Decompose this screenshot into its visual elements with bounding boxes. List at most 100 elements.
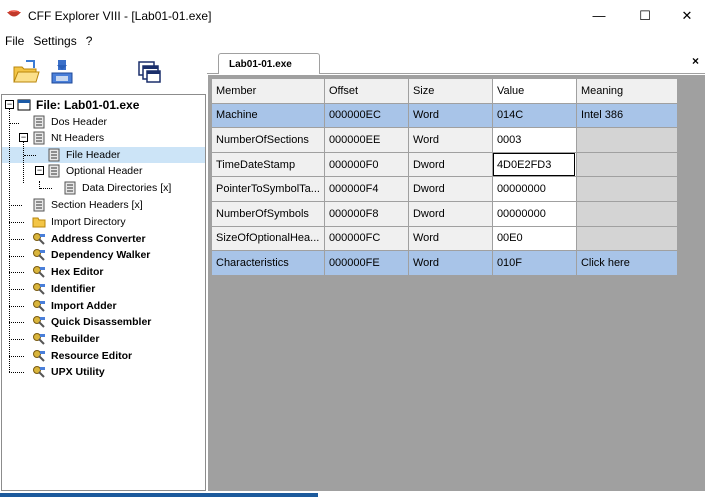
tree-item-file-header[interactable]: File Header: [47, 147, 122, 163]
tree-item-label: Import Adder: [51, 300, 117, 312]
table-row[interactable]: PointerToSymbolTa... 000000F4 Dword 0000…: [211, 176, 678, 202]
table-row[interactable]: Machine 000000EC Word 014C Intel 386: [211, 102, 678, 129]
cell-offset: 000000EC: [323, 102, 409, 129]
tool-icon: [33, 366, 45, 378]
tree-item-label: Hex Editor: [51, 266, 104, 278]
tab-lab01-01[interactable]: Lab01-01.exe: [218, 53, 320, 74]
tool-icon: [33, 316, 45, 328]
cell-member: NumberOfSections: [211, 127, 325, 153]
tree-item-address-converter[interactable]: Address Converter: [32, 231, 148, 247]
cell-value[interactable]: 00E0: [491, 225, 577, 252]
file-window-icon: [17, 99, 31, 111]
title-bar: CFF Explorer VIII - [Lab01-01.exe] — ☐ ✕: [0, 0, 705, 32]
tree-item-identifier[interactable]: Identifier: [32, 281, 97, 297]
tree-item-label: Dependency Walker: [51, 249, 151, 261]
tool-icon: [33, 283, 45, 295]
cell-meaning: [575, 200, 678, 227]
cell-meaning: [575, 225, 678, 252]
tree-root-collapse-toggle[interactable]: −: [5, 100, 14, 109]
tree-item-dependency-walker[interactable]: Dependency Walker: [32, 247, 152, 263]
cell-value[interactable]: 0003: [491, 127, 577, 153]
table-row[interactable]: Characteristics 000000FE Word 010F Click…: [211, 250, 678, 276]
cell-value[interactable]: 00000000: [491, 176, 577, 202]
cell-offset: 000000F0: [323, 151, 409, 178]
tree-item-data-directories[interactable]: Data Directories [x]: [63, 180, 173, 196]
tree-item-import-adder[interactable]: Import Adder: [32, 298, 119, 314]
menu-help[interactable]: ?: [85, 34, 94, 48]
tree-view: − File: Lab01-01.exe Dos Header − Nt Hea…: [1, 94, 206, 491]
cell-value-editing[interactable]: 4D0E2FD3: [491, 151, 577, 178]
cell-offset: 000000F8: [323, 200, 409, 227]
cell-size: Word: [407, 225, 493, 252]
tree-root-file[interactable]: File: Lab01-01.exe: [17, 97, 141, 113]
cell-meaning: [575, 176, 678, 202]
cell-member: NumberOfSymbols: [211, 200, 325, 227]
tool-icon: [33, 249, 45, 261]
tree-item-label: UPX Utility: [51, 366, 105, 378]
cell-meaning[interactable]: Intel 386: [575, 102, 678, 129]
list-icon: [33, 131, 45, 145]
tab-label: Lab01-01.exe: [229, 59, 292, 70]
tree-item-label: Import Directory: [51, 216, 126, 228]
minimize-button[interactable]: —: [576, 0, 622, 31]
menu-settings[interactable]: Settings: [32, 34, 77, 48]
table-row[interactable]: TimeDateStamp 000000F0 Dword 4D0E2FD3: [211, 151, 678, 178]
tree-item-section-headers[interactable]: Section Headers [x]: [32, 197, 145, 213]
tree-item-quick-disassembler[interactable]: Quick Disassembler: [32, 314, 153, 330]
tree-item-nt-headers[interactable]: Nt Headers: [32, 130, 106, 146]
cell-size: Word: [407, 250, 493, 276]
optional-header-collapse-toggle[interactable]: −: [35, 166, 44, 175]
window-title: CFF Explorer VIII - [Lab01-01.exe]: [28, 9, 212, 23]
cell-size: Dword: [407, 151, 493, 178]
tree-item-label: Quick Disassembler: [51, 316, 152, 328]
nt-headers-collapse-toggle[interactable]: −: [19, 133, 28, 142]
maximize-button[interactable]: ☐: [622, 0, 668, 31]
cell-value[interactable]: 014C: [491, 102, 577, 129]
menu-file[interactable]: File: [4, 34, 25, 48]
save-file-button[interactable]: [46, 56, 78, 88]
tree-item-label: Address Converter: [51, 233, 146, 245]
cell-member: TimeDateStamp: [211, 151, 325, 178]
folder-icon: [32, 217, 46, 228]
list-icon: [48, 164, 60, 178]
table-row[interactable]: NumberOfSections 000000EE Word 0003: [211, 127, 678, 153]
tree-item-label: Data Directories [x]: [82, 182, 172, 194]
column-header-value[interactable]: Value: [491, 78, 577, 104]
cell-member: Machine: [211, 102, 325, 129]
table-row[interactable]: SizeOfOptionalHea... 000000FC Word 00E0: [211, 225, 678, 252]
tool-icon: [33, 300, 45, 312]
open-folder-icon: [13, 60, 40, 83]
tab-close-button[interactable]: ×: [692, 54, 699, 68]
tree-item-label: Optional Header: [66, 165, 143, 177]
data-grid-pane: Member Offset Size Value Meaning Machine…: [207, 75, 705, 491]
cell-size: Word: [407, 127, 493, 153]
tree-item-resource-editor[interactable]: Resource Editor: [32, 348, 134, 364]
tree-item-import-directory[interactable]: Import Directory: [32, 214, 128, 230]
table-row[interactable]: NumberOfSymbols 000000F8 Dword 00000000: [211, 200, 678, 227]
windows-button[interactable]: [133, 56, 165, 88]
close-button[interactable]: ✕: [664, 0, 705, 31]
tree-item-label: File Header: [66, 149, 121, 161]
tree-item-label: Resource Editor: [51, 350, 133, 362]
cell-meaning-link[interactable]: Click here: [575, 250, 678, 276]
tree-item-rebuilder[interactable]: Rebuilder: [32, 331, 101, 347]
column-header-meaning[interactable]: Meaning: [575, 78, 678, 104]
tree-item-label: Identifier: [51, 283, 96, 295]
cell-size: Dword: [407, 176, 493, 202]
table-header-row: Member Offset Size Value Meaning: [211, 78, 678, 104]
windows-icon: [138, 61, 161, 83]
tree-item-hex-editor[interactable]: Hex Editor: [32, 264, 106, 280]
open-file-button[interactable]: [10, 56, 42, 88]
column-header-member[interactable]: Member: [211, 78, 325, 104]
tree-item-dos-header[interactable]: Dos Header: [32, 114, 109, 130]
tool-icon: [33, 233, 45, 245]
tree-item-label: Dos Header: [51, 116, 108, 128]
cell-value[interactable]: 00000000: [491, 200, 577, 227]
cell-value[interactable]: 010F: [491, 250, 577, 276]
tree-root-label: File: Lab01-01.exe: [36, 98, 140, 112]
column-header-size[interactable]: Size: [407, 78, 493, 104]
tree-item-upx-utility[interactable]: UPX Utility: [32, 364, 107, 380]
column-header-offset[interactable]: Offset: [323, 78, 409, 104]
list-icon: [33, 198, 45, 212]
tree-item-optional-header[interactable]: Optional Header: [47, 163, 144, 179]
